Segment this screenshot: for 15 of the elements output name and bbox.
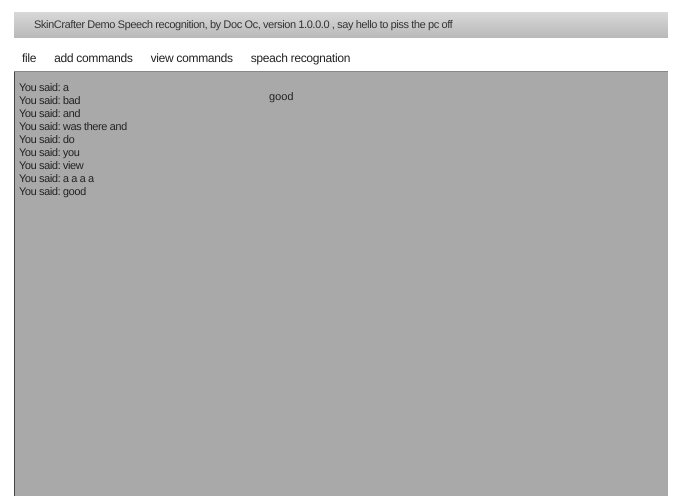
log-line: You said: was there and xyxy=(19,121,128,134)
log-line: You said: good xyxy=(19,186,87,199)
window-title: SkinCrafter Demo Speech recognition, by Doc Oc, version 1.0.0.0 , say hello to piss the pc off xyxy=(34,19,452,31)
log-line: You said: bad xyxy=(19,95,82,108)
log-line: You said: a a a a xyxy=(19,173,96,186)
log-line: You said: a xyxy=(19,82,70,95)
menu-item[interactable]: file xyxy=(22,51,36,65)
result-label: good xyxy=(269,91,294,103)
log-line: You said: you xyxy=(19,147,80,160)
menu-item[interactable]: speach recognation xyxy=(250,51,350,65)
log-line: You said: do xyxy=(19,134,76,147)
log-line: You said: and xyxy=(19,108,82,121)
log-line: You said: view xyxy=(19,160,85,173)
menu-item[interactable]: view commands xyxy=(150,51,233,65)
menu-item[interactable]: add commands xyxy=(54,51,133,65)
